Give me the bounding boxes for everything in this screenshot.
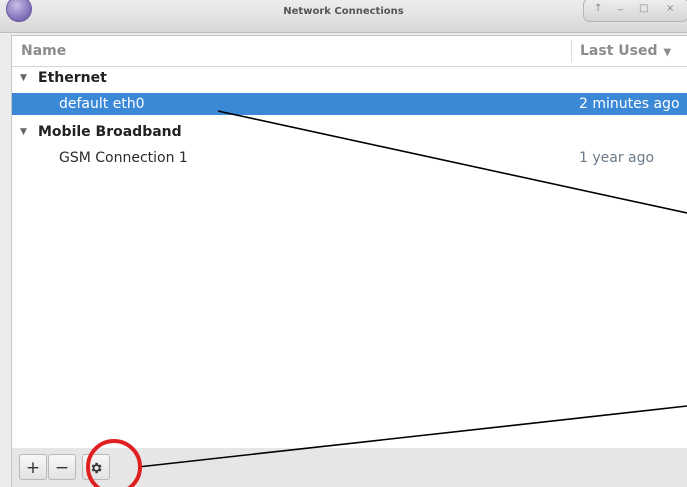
column-header-last-used-label: Last Used [580, 43, 658, 59]
network-connections-window: Network Connections ↑ _ □ × Name Last Us… [0, 0, 687, 487]
move-up-button[interactable]: ↑ [594, 4, 602, 14]
group-row-mobile-broadband[interactable]: ▼ Mobile Broadband [12, 121, 687, 143]
bottom-toolbar: + − [11, 448, 687, 487]
expander-down-icon[interactable]: ▼ [20, 67, 27, 89]
connection-name: default eth0 [59, 96, 145, 112]
add-connection-button[interactable]: + [19, 454, 47, 480]
connection-last-used: 2 minutes ago [579, 96, 680, 112]
title-bar: Network Connections ↑ _ □ × [0, 0, 687, 33]
connection-row-gsm-connection-1[interactable]: GSM Connection 1 1 year ago [12, 147, 687, 169]
remove-connection-button[interactable]: − [48, 454, 76, 480]
connection-name: GSM Connection 1 [59, 150, 188, 166]
list-header: Name Last Used ▼ [12, 36, 687, 67]
connection-row-default-eth0[interactable]: default eth0 2 minutes ago [12, 93, 687, 115]
minimize-button[interactable]: _ [618, 1, 623, 11]
column-header-last-used[interactable]: Last Used ▼ [580, 36, 671, 66]
connections-list: Name Last Used ▼ ▼ Ethernet default eth0 … [11, 35, 687, 449]
gear-icon [91, 462, 102, 474]
maximize-button[interactable]: □ [639, 4, 648, 14]
close-button[interactable]: × [666, 4, 674, 14]
window-controls: ↑ _ □ × [583, 0, 687, 22]
group-row-ethernet[interactable]: ▼ Ethernet [12, 67, 687, 89]
group-label: Mobile Broadband [38, 124, 182, 140]
connection-last-used: 1 year ago [579, 150, 655, 166]
edit-connection-button[interactable] [82, 454, 110, 480]
chevron-down-icon: ▼ [663, 47, 672, 58]
group-label: Ethernet [38, 70, 107, 86]
expander-down-icon[interactable]: ▼ [20, 121, 27, 143]
column-header-name[interactable]: Name [12, 36, 66, 66]
column-divider[interactable] [571, 40, 572, 62]
